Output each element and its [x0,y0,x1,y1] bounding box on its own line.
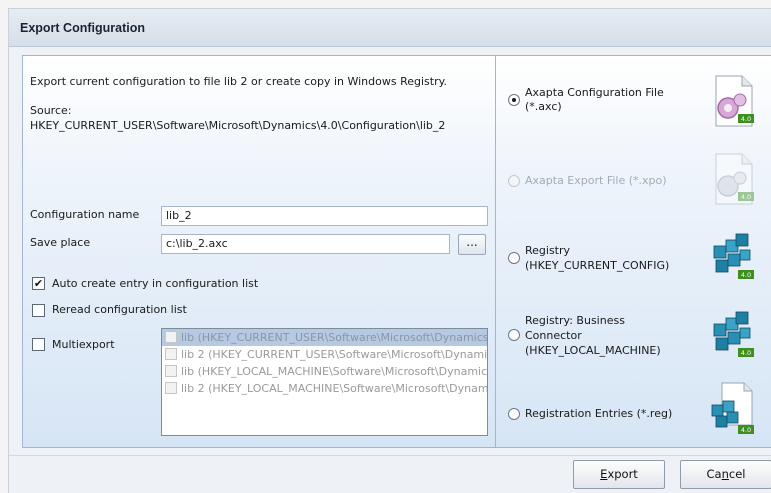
radio-registration-entries[interactable] [508,408,520,420]
list-item-label: lib (HKEY_CURRENT_USER\Software\Microsof… [181,331,487,344]
export-button[interactable]: Export [573,460,665,489]
cancel-button[interactable]: Cancel [680,460,771,489]
registry-business-label[interactable]: Registry: Business [525,314,625,328]
multiexport-checkbox[interactable] [32,338,45,351]
list-item-label: lib (HKEY_LOCAL_MACHINE\Software\Microso… [181,365,487,378]
version-badge: 4.0 [741,426,751,434]
list-item-checkbox[interactable] [165,348,177,360]
list-item[interactable]: lib 2 (HKEY_LOCAL_MACHINE\Software\Micro… [162,380,487,397]
list-item-checkbox[interactable] [165,331,177,343]
configuration-name-label: Configuration name [30,208,140,221]
save-place-label: Save place [30,236,91,249]
version-badge: 4.0 [741,115,751,123]
export-options-panel: Export current configuration to file lib… [22,55,496,448]
save-place-input[interactable]: c:\lib_2.axc [161,234,450,254]
list-item-label: lib 2 (HKEY_CURRENT_USER\Software\Micros… [181,348,487,361]
list-item[interactable]: lib (HKEY_CURRENT_USER\Software\Microsof… [162,329,487,346]
reread-label[interactable]: Reread configuration list [52,303,187,317]
description-text: Export current configuration to file lib… [30,75,448,88]
configuration-name-input[interactable]: lib_2 [161,206,488,226]
auto-create-checkbox[interactable]: ✔ [32,277,45,290]
registry-cubes-icon: 4.0 [713,311,754,357]
configuration-listbox[interactable]: lib (HKEY_CURRENT_USER\Software\Microsof… [161,328,488,436]
auto-create-label[interactable]: Auto create entry in configuration list [52,277,258,291]
registry-cubes-icon: 4.0 [713,233,754,279]
radio-registry-business-connector[interactable] [508,329,520,341]
registry-local-machine-label[interactable]: (HKEY_LOCAL_MACHINE) [525,344,661,358]
source-label: Source: [30,104,72,117]
export-button-label: xport [607,467,638,481]
multiexport-label[interactable]: Multiexport [52,338,115,352]
registry-connector-label[interactable]: Connector [525,329,582,343]
browse-button[interactable]: ... [458,234,486,255]
axapta-configuration-file-ext[interactable]: (*.axc) [525,100,562,114]
radio-axapta-configuration-file[interactable] [508,94,520,106]
radio-registry-current-config[interactable] [508,252,520,264]
source-path: HKEY_CURRENT_USER\Software\Microsoft\Dyn… [30,119,446,132]
version-badge: 4.0 [741,271,751,279]
axapta-configuration-file-label[interactable]: Axapta Configuration File [525,86,664,100]
registry-hive-label[interactable]: (HKEY_CURRENT_CONFIG) [525,259,669,273]
list-item[interactable]: lib (HKEY_LOCAL_MACHINE\Software\Microso… [162,363,487,380]
footer-separator [9,455,771,456]
axapta-export-file-icon: 4.0 [715,153,754,205]
title-bar: Export Configuration [9,9,771,47]
radio-axapta-export-file[interactable] [508,175,520,187]
list-item-checkbox[interactable] [165,382,177,394]
dialog-title: Export Configuration [20,21,145,35]
version-badge: 4.0 [741,349,751,357]
cancel-accelerator: n [721,467,729,481]
export-configuration-dialog: Export Configuration Export current conf… [8,8,771,493]
cancel-button-label: cel [728,467,746,481]
axapta-export-file-label[interactable]: Axapta Export File (*.xpo) [525,174,667,188]
reread-checkbox[interactable] [32,304,45,317]
export-format-panel: Axapta Configuration File (*.axc) 4.0 Ax… [495,55,771,448]
version-badge: 4.0 [741,193,751,201]
registration-entries-label[interactable]: Registration Entries (*.reg) [525,407,672,421]
registration-file-icon: 4.0 [711,382,754,434]
list-item-label: lib 2 (HKEY_LOCAL_MACHINE\Software\Micro… [181,382,487,395]
cancel-button-prefix: Ca [706,467,722,481]
list-item[interactable]: lib 2 (HKEY_CURRENT_USER\Software\Micros… [162,346,487,363]
registry-label[interactable]: Registry [525,244,570,258]
axapta-config-file-icon: 4.0 [715,75,754,127]
list-item-checkbox[interactable] [165,365,177,377]
